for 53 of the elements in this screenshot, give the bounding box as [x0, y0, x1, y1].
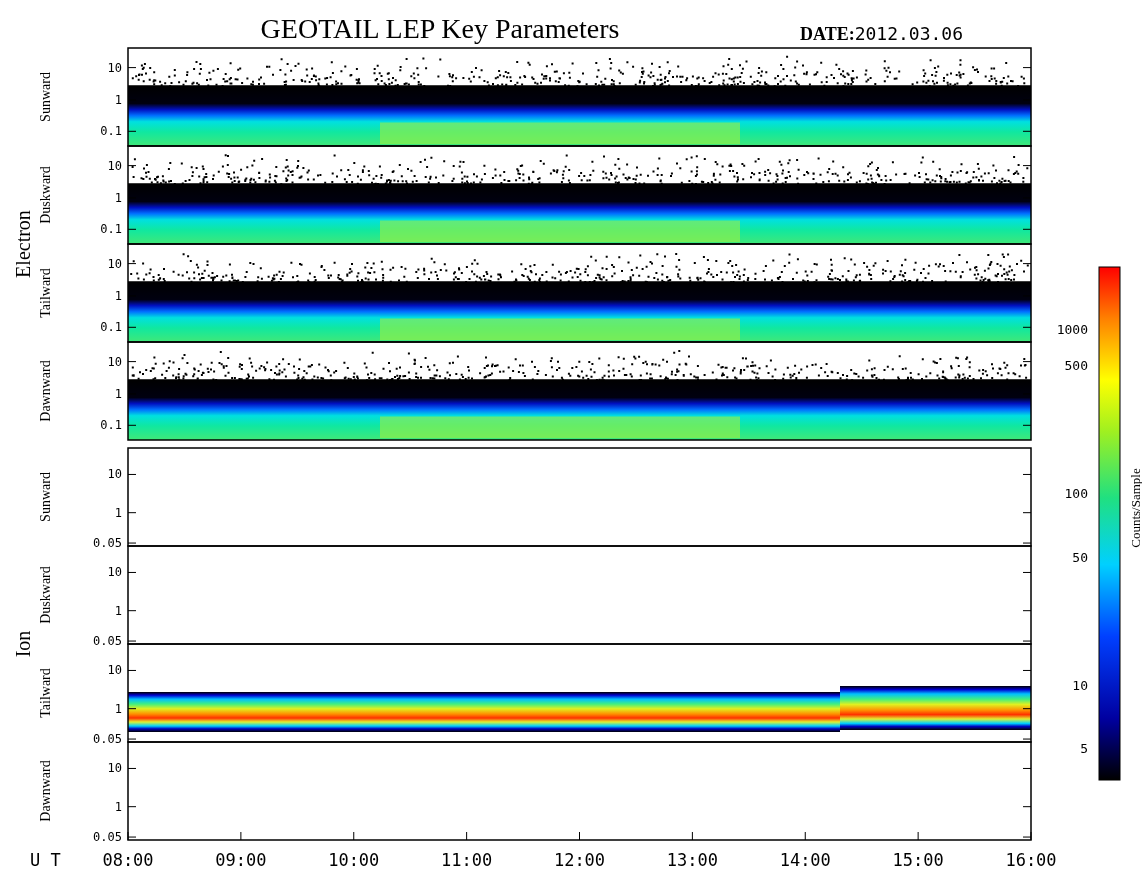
panel-label: Tailward — [38, 668, 53, 718]
axis-tick-label: 10 — [107, 60, 122, 75]
group-label: Ion — [12, 630, 34, 658]
axis-tick-label: 15:00 — [892, 850, 944, 870]
panel-label: Tailward — [38, 268, 53, 318]
axis-tick-label: 0.05 — [93, 732, 122, 747]
color-scale-tick-label: 1000 — [1056, 322, 1088, 337]
axis-tick-label: 10:00 — [328, 850, 380, 870]
axis-tick-label: 09:00 — [215, 850, 267, 870]
color-scale-tick-label: 10 — [1072, 678, 1088, 693]
axis-tick-label: 12:00 — [553, 850, 606, 870]
axis-tick-label: 0.1 — [100, 222, 122, 237]
axis-tick-label: 0.1 — [100, 320, 122, 335]
panel-label: Dawnward — [38, 760, 53, 822]
axis-tick-label: 1 — [114, 190, 122, 205]
axis-label: U T — [30, 850, 61, 870]
axis-tick-label: 10 — [107, 256, 122, 271]
axis-tick-label: 10 — [107, 354, 122, 369]
axis-tick-label: 1 — [114, 505, 122, 520]
axis-tick-label: 1 — [114, 92, 122, 107]
axis-tick-label: 0.1 — [100, 418, 122, 433]
axis-tick-label: 1 — [114, 603, 122, 618]
panel-label: Duskward — [38, 166, 53, 224]
axis-tick-label: 0.05 — [93, 634, 122, 649]
axis-tick-label: 0.1 — [100, 124, 122, 139]
axis-tick-label: 10 — [107, 158, 122, 173]
axis-tick-label: 1 — [114, 799, 122, 814]
axis-tick-label: 10 — [107, 663, 122, 678]
axis-tick-label: 13:00 — [666, 850, 718, 870]
axis-tick-label: 10 — [107, 565, 122, 580]
axis-tick-label: 10 — [107, 761, 122, 776]
chart-title: GEOTAIL LEP Key Parameters — [260, 13, 620, 44]
axis-tick-label: 11:00 — [441, 850, 493, 870]
axis-tick-label: 16:00 — [1005, 850, 1057, 870]
color-scale-tick-label: 100 — [1064, 486, 1088, 501]
axis-tick-label: 14:00 — [779, 850, 831, 870]
color-scale-tick-label: 50 — [1072, 550, 1088, 565]
color-scale-label: Counts/Sample — [1128, 468, 1142, 548]
color-scale-tick-label: 5 — [1080, 741, 1088, 756]
axis-tick-label: 10 — [107, 467, 122, 482]
panel-label: Dawnward — [38, 360, 53, 422]
group-label: Electron — [12, 210, 34, 278]
color-scale-tick-label: 500 — [1064, 358, 1088, 373]
date-label: DATE:2012.03.06 — [800, 23, 964, 44]
axis-tick-label: 0.05 — [93, 536, 122, 551]
axis-tick-label: 1 — [114, 701, 122, 716]
axis-tick-label: 08:00 — [102, 850, 154, 870]
panel-label: Sunward — [38, 72, 53, 122]
axis-tick-label: 0.05 — [93, 830, 122, 845]
panel-label: Sunward — [38, 472, 53, 522]
axis-tick-label: 1 — [114, 288, 122, 303]
axis-tick-label: 1 — [114, 386, 122, 401]
panel-label: Duskward — [38, 566, 53, 624]
